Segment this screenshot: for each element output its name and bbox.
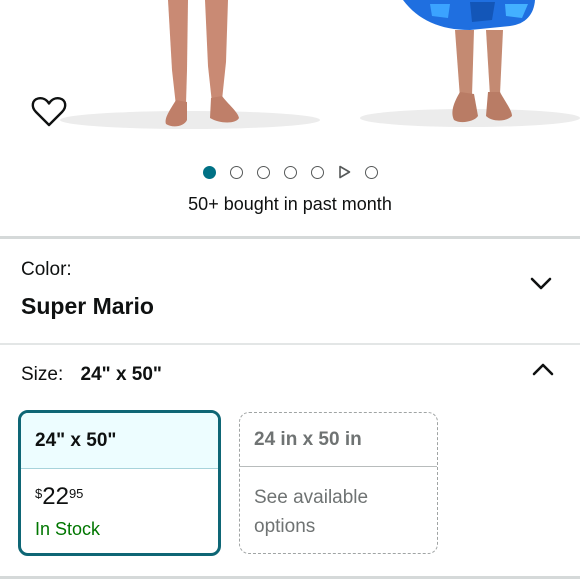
size-option-name: 24 in x 50 in — [240, 413, 437, 467]
size-label: Size: — [21, 364, 64, 385]
size-option-name: 24" x 50" — [21, 413, 218, 469]
availability-status: In Stock — [35, 519, 101, 539]
size-option[interactable]: 24 in x 50 in See available options — [239, 412, 438, 554]
color-value: Super Mario — [21, 293, 154, 319]
price-symbol: $ — [35, 486, 43, 501]
size-selector-header: Size: 24" x 50" — [21, 364, 162, 386]
bought-in-past-month: 50+ bought in past month — [188, 194, 392, 214]
wishlist-button[interactable] — [30, 94, 68, 130]
heart-outline-icon — [31, 97, 67, 127]
carousel-dot[interactable] — [364, 165, 378, 179]
price: $2295 — [35, 485, 83, 509]
carousel-dot[interactable] — [310, 165, 324, 179]
size-option-selected[interactable]: 24" x 50" $2295 In Stock — [18, 410, 221, 556]
play-icon[interactable] — [338, 165, 351, 179]
carousel-dot[interactable] — [202, 165, 216, 179]
see-options-note: See available options — [254, 487, 369, 537]
section-divider — [0, 343, 580, 345]
section-divider — [0, 576, 580, 579]
product-photo — [60, 0, 580, 129]
price-fraction: 95 — [68, 486, 84, 501]
product-image[interactable] — [0, 0, 580, 150]
carousel-dot[interactable] — [256, 165, 270, 179]
chevron-up-icon[interactable] — [531, 361, 555, 377]
color-label: Color: — [21, 259, 72, 280]
carousel-dot[interactable] — [229, 165, 243, 179]
image-carousel-indicator[interactable] — [0, 160, 580, 184]
section-divider — [0, 236, 580, 239]
carousel-dot[interactable] — [283, 165, 297, 179]
size-value: 24" x 50" — [80, 364, 162, 385]
chevron-down-icon[interactable] — [529, 276, 553, 292]
price-whole: 22 — [42, 483, 69, 510]
